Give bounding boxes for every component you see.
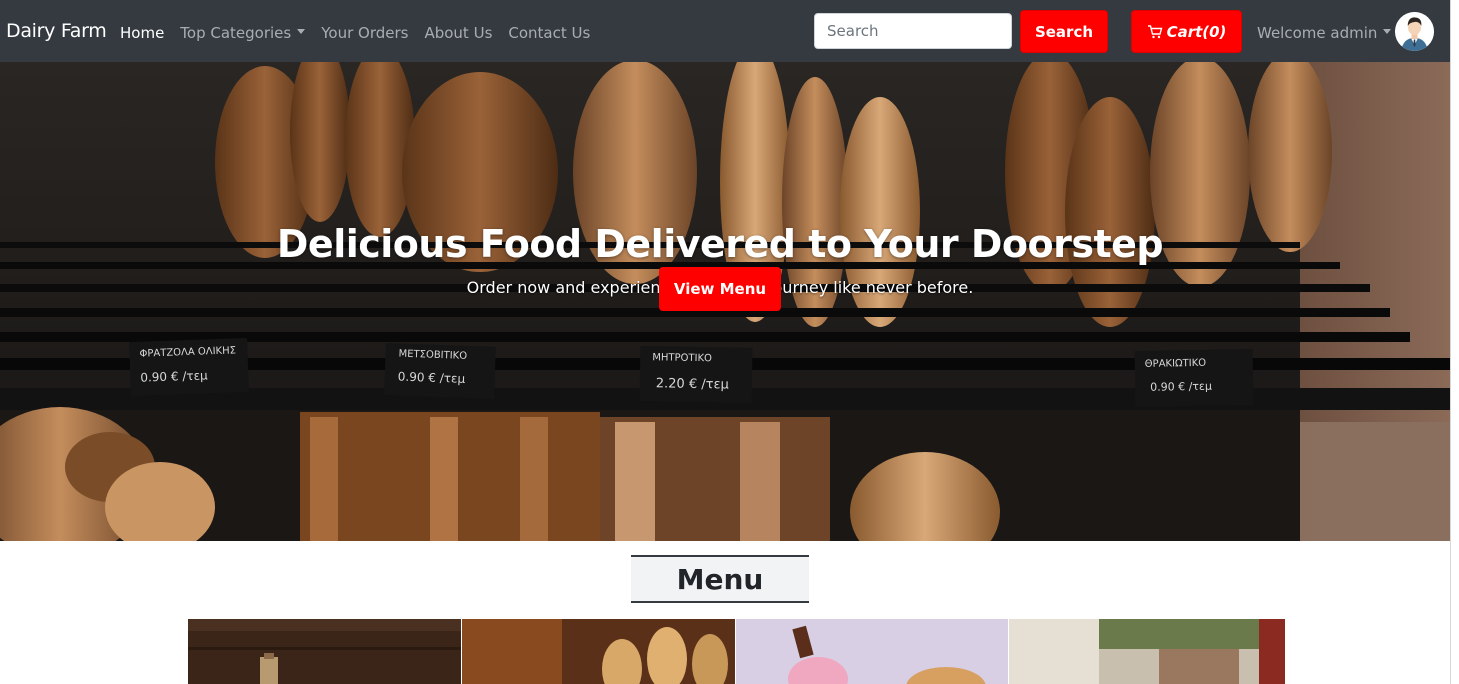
menu-card-image xyxy=(461,619,735,684)
cart-label: Cart(0) xyxy=(1166,22,1227,41)
menu-card-image xyxy=(1009,619,1285,684)
nav-top-categories-label: Top Categories xyxy=(180,24,292,42)
search-button[interactable]: Search xyxy=(1020,10,1108,53)
hero-banner: ΦΡΑΤΖΟΛΑ ΟΛΙΚΗΣ 0.90 € /τεμ ΜΕΤΣΟΒΙΤΙΚΟ … xyxy=(0,62,1450,541)
user-avatar-icon[interactable] xyxy=(1395,12,1434,51)
menu-card[interactable] xyxy=(461,619,735,684)
cart-button[interactable]: Cart(0) xyxy=(1131,10,1242,53)
price-tag: ΜΕΤΣΟΒΙΤΙΚΟ 0.90 € /τεμ xyxy=(384,343,496,399)
page-edge xyxy=(1450,0,1451,684)
caret-down-icon xyxy=(297,29,306,34)
menu-card[interactable] xyxy=(735,619,1009,684)
menu-cards xyxy=(188,619,1285,684)
menu-heading: Menu xyxy=(631,555,809,603)
menu-card-image xyxy=(735,619,1009,684)
navbar: Dairy Farm Home Top Categories Your Orde… xyxy=(0,0,1450,62)
caret-down-icon xyxy=(1383,29,1392,34)
hero-title: Delicious Food Delivered to Your Doorste… xyxy=(276,222,1164,266)
cart-icon xyxy=(1147,24,1162,38)
welcome-label: Welcome admin xyxy=(1257,24,1378,42)
brand-logo[interactable]: Dairy Farm xyxy=(6,20,107,42)
price-tag-price: 0.90 € /τεμ xyxy=(140,368,208,384)
nav-links: Home Top Categories Your Orders About Us… xyxy=(120,24,606,42)
nav-your-orders[interactable]: Your Orders xyxy=(321,24,408,42)
menu-card[interactable] xyxy=(188,619,461,684)
price-tag-price: 0.90 € /τεμ xyxy=(398,370,466,386)
view-menu-button[interactable]: View Menu xyxy=(659,267,781,311)
search-input[interactable] xyxy=(814,13,1012,49)
nav-home[interactable]: Home xyxy=(120,24,164,42)
price-tag-price: 0.90 € /τεμ xyxy=(1150,380,1212,394)
price-tag: ΜΗΤΡΟΤΙΚΟ 2.20 € /τεμ xyxy=(639,346,753,403)
price-tag-name: ΜΗΤΡΟΤΙΚΟ xyxy=(652,352,712,364)
price-tag: ΘΡΑΚΙΩΤΙΚΟ 0.90 € /τεμ xyxy=(1134,348,1254,408)
nav-contact-us[interactable]: Contact Us xyxy=(508,24,590,42)
menu-card[interactable] xyxy=(1009,619,1285,684)
nav-top-categories[interactable]: Top Categories xyxy=(180,24,306,42)
nav-about-us[interactable]: About Us xyxy=(424,24,492,42)
menu-card-image xyxy=(188,619,461,684)
user-menu-toggle[interactable]: Welcome admin xyxy=(1257,24,1392,42)
price-tag-price: 2.20 € /τεμ xyxy=(656,376,729,392)
price-tag-name: ΘΡΑΚΙΩΤΙΚΟ xyxy=(1145,358,1207,370)
price-tag: ΦΡΑΤΖΟΛΑ ΟΛΙΚΗΣ 0.90 € /τεμ xyxy=(129,337,249,397)
